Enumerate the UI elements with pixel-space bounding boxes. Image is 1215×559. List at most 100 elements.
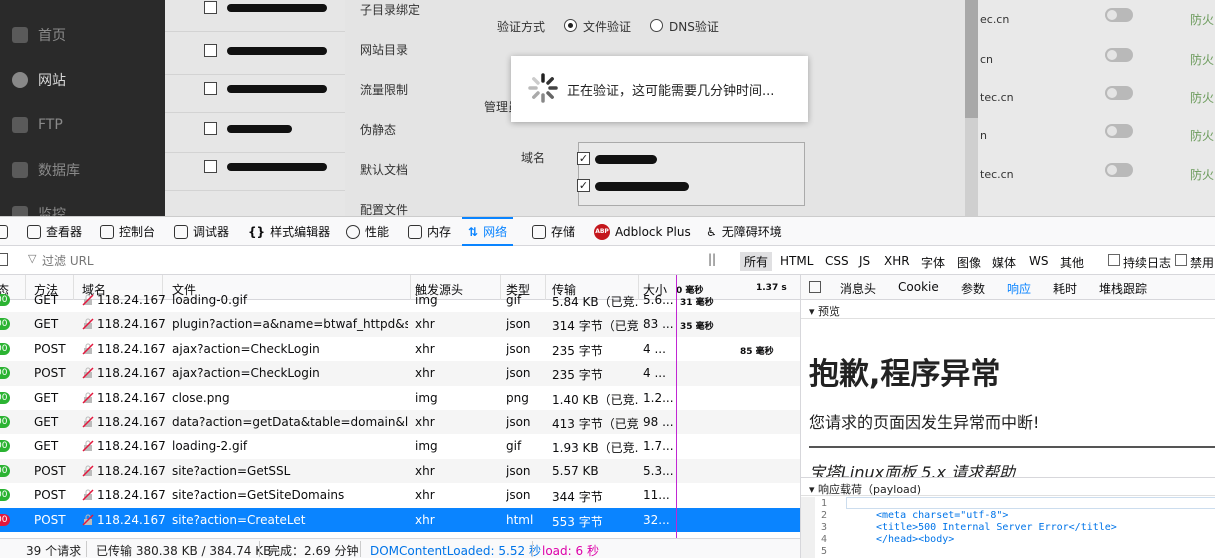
firewall-link[interactable]: 防火: [1190, 11, 1214, 28]
tab-stack-trace[interactable]: 堆栈跟踪: [1099, 280, 1147, 297]
tab-memory[interactable]: 内存: [408, 217, 451, 246]
filter-fonts[interactable]: 字体: [921, 254, 945, 271]
tab-network[interactable]: ⇅ 网络: [462, 217, 514, 246]
tab-headers[interactable]: 消息头: [840, 280, 876, 297]
radio-dns-label: DNS验证: [669, 20, 719, 34]
table-row[interactable]: 00 POST 118.24.167.... ajax?action=CheckLog…: [0, 361, 800, 386]
nav-rewrite[interactable]: 伪静态: [360, 121, 396, 138]
table-row[interactable]: 00 POST 118.24.167.... site?action=GetSSL xh…: [0, 458, 800, 484]
toggle-switch[interactable]: [1105, 8, 1133, 22]
status-badge: 00: [0, 318, 10, 331]
nav-traffic-limit[interactable]: 流量限制: [360, 81, 408, 98]
toggle-switch[interactable]: [1105, 163, 1133, 177]
radio-file-verify[interactable]: [564, 19, 577, 32]
site-row[interactable]: [165, 75, 345, 113]
toggle-switch[interactable]: [1105, 48, 1133, 62]
row-checkbox[interactable]: [204, 82, 217, 95]
disable-cache-checkbox[interactable]: [1175, 254, 1187, 266]
filter-all[interactable]: 所有: [740, 252, 773, 271]
site-row[interactable]: [165, 0, 345, 32]
tab-response[interactable]: 响应: [1007, 280, 1031, 297]
row-checkbox[interactable]: [204, 122, 217, 135]
pick-element-button[interactable]: [0, 217, 13, 246]
tab-cookie[interactable]: Cookie: [898, 280, 939, 294]
tab-label: 性能: [365, 225, 390, 239]
firewall-link[interactable]: 防火: [1190, 166, 1214, 183]
sidebar-item-database[interactable]: 数据库: [12, 158, 80, 182]
tab-adblock[interactable]: ABP Adblock Plus: [594, 217, 691, 246]
table-row[interactable]: 00 POST 118.24.167.... site?action=GetSiteD…: [0, 483, 800, 507]
nav-site-dir[interactable]: 网站目录: [360, 41, 408, 58]
cell-type: gif: [506, 293, 522, 307]
filter-html[interactable]: HTML: [780, 254, 813, 268]
tab-style-editor[interactable]: {} 样式编辑器: [248, 217, 330, 246]
sidebar-item-label: 首页: [38, 28, 66, 44]
domain-checkbox[interactable]: ✓: [577, 152, 590, 165]
filter-css[interactable]: CSS: [825, 254, 849, 268]
toggle-switch[interactable]: [1105, 124, 1133, 138]
payload-label: 响应载荷（payload): [818, 483, 922, 496]
site-row[interactable]: [165, 153, 345, 191]
filter-other[interactable]: 其他: [1060, 254, 1084, 271]
tab-timings[interactable]: 耗时: [1053, 280, 1077, 297]
tab-performance[interactable]: 性能: [346, 217, 389, 246]
table-row[interactable]: 00 POST 118.24.167.... site?action=CreateLe…: [0, 507, 800, 532]
tab-console[interactable]: 控制台: [100, 217, 155, 246]
persist-log-checkbox[interactable]: [1108, 254, 1120, 266]
table-row[interactable]: 00 POST 118.24.167.... ajax?action=CheckLog…: [0, 337, 800, 361]
preview-heading: 抱歉,程序异常: [809, 357, 1001, 392]
trash-icon[interactable]: [0, 253, 8, 266]
site-list-right: ec.cn 防火 cn 防火 tec.cn 防火 n 防火 tec.cn 防火: [965, 0, 1215, 216]
tab-accessibility[interactable]: ♿ 无障碍环境: [706, 217, 782, 246]
row-checkbox[interactable]: [204, 44, 217, 57]
redacted-domain: [595, 182, 689, 191]
cell-file: close.png: [172, 390, 230, 405]
tab-storage[interactable]: 存储: [532, 217, 575, 246]
sidebar-item-website[interactable]: 网站: [12, 68, 66, 92]
domain-checkbox[interactable]: ✓: [577, 179, 590, 192]
nav-subdir-binding[interactable]: 子目录绑定: [360, 1, 420, 18]
toggle-sidebar-icon[interactable]: [809, 281, 821, 293]
radio-dns-verify[interactable]: [650, 19, 663, 32]
table-row[interactable]: 00 GET 118.24.167.... data?action=getData&t…: [0, 410, 800, 435]
preview-section-header[interactable]: ▾ 预览: [801, 300, 1215, 319]
filter-url-input[interactable]: [42, 252, 342, 270]
cell-domain: 118.24.167....: [97, 293, 165, 307]
insecure-lock-icon: [82, 392, 94, 404]
firewall-link[interactable]: 防火: [1190, 51, 1214, 68]
site-row[interactable]: [165, 115, 345, 153]
filter-images[interactable]: 图像: [957, 254, 981, 271]
table-row[interactable]: 00 GET 118.24.167.... close.png img png 1.40 K…: [0, 386, 800, 410]
firewall-link[interactable]: 防火: [1190, 127, 1214, 144]
filter-xhr[interactable]: XHR: [884, 254, 910, 268]
filter-ws[interactable]: WS: [1029, 254, 1048, 268]
insecure-lock-icon: [82, 489, 94, 501]
table-row[interactable]: 00 GET 118.24.167.... loading-2.gif img gif 1.…: [0, 434, 800, 458]
table-row[interactable]: 00 GET 118.24.167.... loading-0.gif img gif 5.…: [0, 288, 800, 312]
adblock-icon: ABP: [594, 223, 610, 240]
filter-media[interactable]: 媒体: [992, 254, 1016, 271]
pause-icon[interactable]: ||: [708, 252, 716, 266]
tab-inspector[interactable]: 查看器: [27, 217, 82, 246]
row-checkbox[interactable]: [204, 160, 217, 173]
filter-icon: ▽: [28, 252, 37, 265]
status-badge: 00: [0, 342, 10, 355]
table-row[interactable]: 00 GET 118.24.167.... plugin?action=a&name=…: [0, 312, 800, 337]
sidebar-item-monitor[interactable]: 监控: [12, 202, 66, 216]
cell-file: ajax?action=CheckLogin: [172, 341, 320, 356]
filter-js[interactable]: JS: [859, 254, 870, 268]
cell-method: GET: [34, 293, 59, 307]
sidebar-item-home[interactable]: 首页: [12, 23, 66, 47]
toggle-switch[interactable]: [1105, 86, 1133, 100]
row-checkbox[interactable]: [204, 1, 217, 14]
nav-default-doc[interactable]: 默认文档: [360, 161, 408, 178]
tab-debugger[interactable]: 调试器: [174, 217, 229, 246]
site-row[interactable]: [165, 37, 345, 75]
firewall-link[interactable]: 防火: [1190, 89, 1214, 106]
sidebar-item-ftp[interactable]: FTP: [12, 113, 63, 137]
tab-params[interactable]: 参数: [961, 280, 985, 297]
nav-config-file[interactable]: 配置文件: [360, 201, 408, 216]
modal-scrollbar-thumb[interactable]: [965, 0, 978, 118]
transferred-size: 已传输 380.38 KB / 384.74 KB: [96, 544, 272, 558]
payload-section-header[interactable]: ▾ 响应载荷（payload): [801, 477, 1215, 496]
